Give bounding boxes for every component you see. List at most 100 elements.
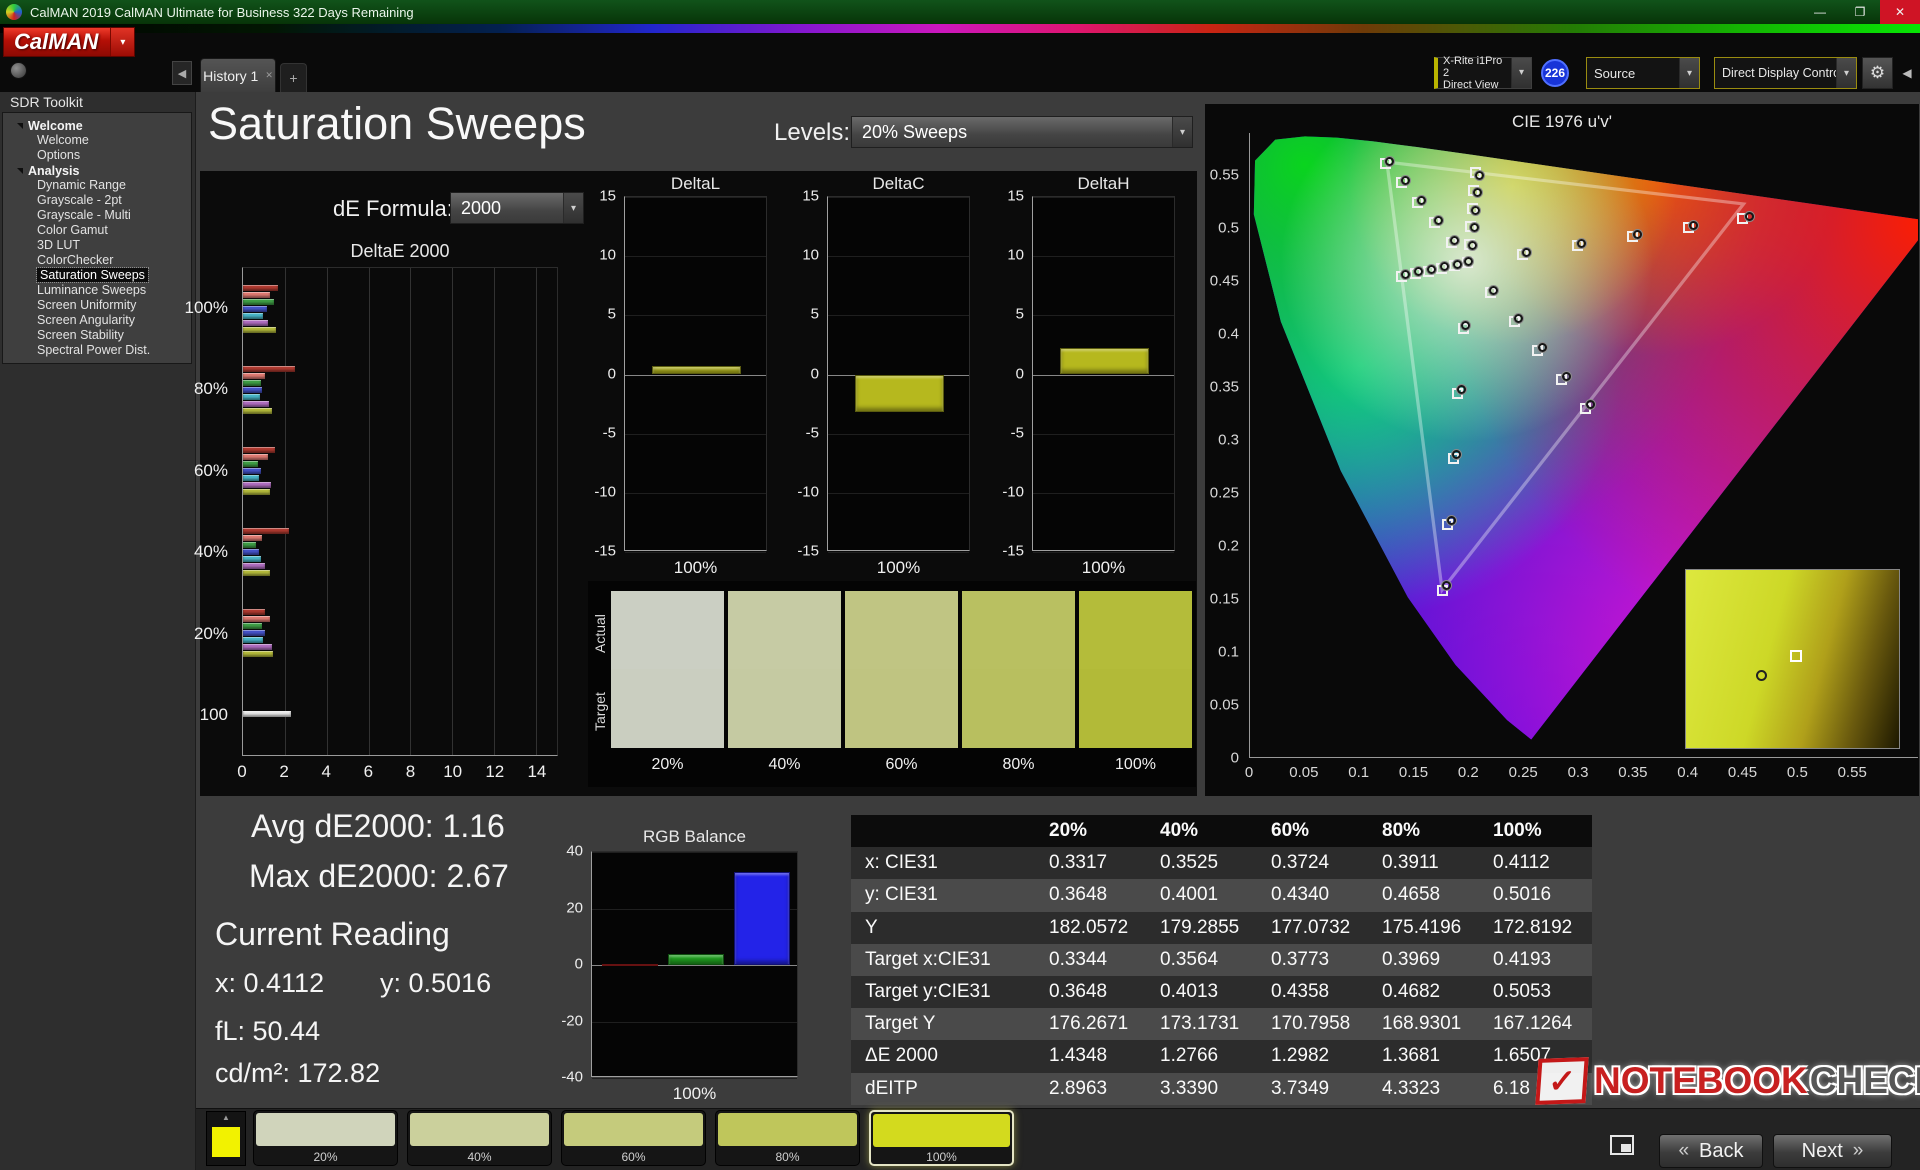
sidebar-item-color-gamut[interactable]: Color Gamut <box>3 223 191 238</box>
sidebar-item-welcome[interactable]: Welcome <box>3 133 191 148</box>
sidebar-item-grayscale-2pt[interactable]: Grayscale - 2pt <box>3 193 191 208</box>
y-tick-label: 0.5 <box>1218 219 1239 237</box>
table-cell: 0.3911 <box>1382 852 1439 874</box>
calman-menu-button[interactable]: CalMAN ▾ <box>3 27 136 57</box>
sidebar-item-dynamic-range[interactable]: Dynamic Range <box>3 178 191 193</box>
layout-button[interactable] <box>1600 1124 1644 1166</box>
bar <box>243 623 262 630</box>
level-label: 100% <box>926 1149 957 1164</box>
deltae-chart-title: DeltaE 2000 <box>350 241 450 261</box>
meter-count-badge[interactable]: 226 <box>1541 59 1569 87</box>
bar <box>243 609 265 616</box>
swatch-label: 80% <box>1002 756 1035 773</box>
page-title: Saturation Sweeps <box>208 98 586 149</box>
y-tick-label: 0.35 <box>1209 378 1239 396</box>
x-tick-label: 6 <box>363 762 374 781</box>
table-cell: 168.9301 <box>1382 1013 1462 1035</box>
bar <box>243 386 262 393</box>
window-title: CalMAN 2019 CalMAN Ultimate for Business… <box>30 4 414 20</box>
gridline <box>592 1078 797 1079</box>
sidebar-item-grayscale-multi[interactable]: Grayscale - Multi <box>3 208 191 223</box>
table-cell: 0.3648 <box>1049 884 1108 906</box>
level-button-40[interactable]: 40% <box>407 1110 552 1166</box>
notebookcheck-logo: ✓ <box>1535 1057 1589 1105</box>
deltae-plot <box>242 267 558 756</box>
source-select[interactable]: Source ▾ <box>1586 57 1700 89</box>
avg-de2000: Avg dE2000: 1.16 <box>251 808 505 844</box>
row-label: y: CIE31 <box>865 884 938 906</box>
bar <box>243 563 265 570</box>
measured-point <box>1522 247 1532 257</box>
swatch-60: 60% <box>845 591 958 776</box>
level-button-60[interactable]: 60% <box>561 1110 706 1166</box>
measured-point <box>1385 156 1395 166</box>
level-button-20[interactable]: 20% <box>253 1110 398 1166</box>
formula-label: dE Formula: <box>333 196 453 221</box>
swatch-actual <box>611 591 724 669</box>
swatch-label: 20% <box>651 756 684 773</box>
level-label: 60% <box>621 1149 646 1164</box>
table-cell: 0.3525 <box>1160 852 1219 874</box>
row-label: ΔE 2000 <box>865 1045 938 1067</box>
display-control-select[interactable]: Direct Display Control ▾ <box>1714 57 1857 89</box>
tab-history[interactable]: History 1 ✕ <box>200 58 276 92</box>
x-tick-label: 10 <box>443 762 463 781</box>
close-button[interactable]: ✕ <box>1880 0 1920 24</box>
level-button-100[interactable]: 100% <box>869 1110 1014 1166</box>
bar <box>243 372 265 379</box>
column-header: 40% <box>1160 820 1199 842</box>
bar <box>243 556 261 563</box>
y-tick-label: 5 <box>810 305 819 323</box>
table-cell: 0.4358 <box>1271 981 1330 1003</box>
sidebar-item-3d-lut[interactable]: 3D LUT <box>3 238 191 253</box>
reading-fl: fL: 50.44 <box>215 1016 321 1046</box>
settings-button[interactable]: ⚙ <box>1862 57 1893 89</box>
level-label: 40% <box>467 1149 492 1164</box>
y-tick-label: 20 <box>566 899 583 916</box>
collapse-right-button[interactable]: ◀ <box>1896 57 1918 89</box>
back-label: Back <box>1699 1139 1744 1162</box>
next-label: Next <box>1801 1139 1843 1162</box>
sidebar-section-welcome[interactable]: Welcome <box>3 118 191 133</box>
pin-icon[interactable] <box>10 62 27 79</box>
next-chevron-icon: » <box>1852 1140 1864 1161</box>
deltae-y-axis: 100% 80% 60% 40% 20% 100 <box>162 267 236 756</box>
level-button-80[interactable]: 80% <box>715 1110 860 1166</box>
swatch-target <box>728 669 841 748</box>
gridline <box>625 374 766 376</box>
swatch-actual <box>845 591 958 669</box>
table-row: Y 182.0572 179.2855 177.0732 175.4196 172.819… <box>851 911 1592 944</box>
reading-cdm2: cd/m²: 172.82 <box>215 1058 381 1088</box>
measured-point <box>1449 235 1459 245</box>
table-cell: 1.2982 <box>1271 1045 1330 1067</box>
y-tick-label: -15 <box>1002 542 1024 560</box>
maximize-button[interactable]: ❐ <box>1840 0 1880 24</box>
swatch-100: 100% <box>1079 591 1192 776</box>
sidebar-collapse-button[interactable]: ◀ <box>172 61 192 85</box>
x-tick-label: 0.45 <box>1727 764 1758 781</box>
formula-select[interactable]: 2000 ▾ <box>450 192 584 224</box>
sidebar-section-analysis[interactable]: Analysis <box>3 163 191 178</box>
gridline <box>625 433 766 435</box>
minimize-button[interactable]: — <box>1800 0 1840 24</box>
bar <box>243 400 270 407</box>
meter-select[interactable]: X-Rite i1Pro 2 Direct View ▾ <box>1434 55 1532 91</box>
levels-select[interactable]: 20% Sweeps ▾ <box>851 116 1193 148</box>
new-tab-button[interactable]: + <box>280 63 307 92</box>
table-cell: 0.4682 <box>1382 981 1441 1003</box>
reading-y: y: 0.5016 <box>380 968 492 998</box>
y-tick-label: 0.4 <box>1218 325 1239 343</box>
cie-y-axis: 0 0.05 0.1 0.15 0.2 0.25 0.3 0.35 0.4 0.45 0.5 0.55 <box>1205 133 1246 767</box>
sidebar-item-colorchecker[interactable]: ColorChecker <box>3 253 191 268</box>
y-tick-label: 40% <box>193 542 228 562</box>
sidebar-item-options[interactable]: Options <box>3 148 191 163</box>
next-button[interactable]: Next » <box>1773 1134 1892 1168</box>
value-bar <box>855 374 944 413</box>
back-button[interactable]: « Back <box>1659 1134 1763 1168</box>
app-icon <box>6 4 22 20</box>
table-cell: 1.4348 <box>1049 1045 1108 1067</box>
table-row: ΔE 2000 1.4348 1.2766 1.2982 1.3681 1.6507 <box>851 1040 1592 1073</box>
current-color-button[interactable]: ▲ <box>206 1111 246 1166</box>
tab-close-icon: ✕ <box>265 70 273 80</box>
table-cell: 3.7349 <box>1271 1077 1330 1099</box>
